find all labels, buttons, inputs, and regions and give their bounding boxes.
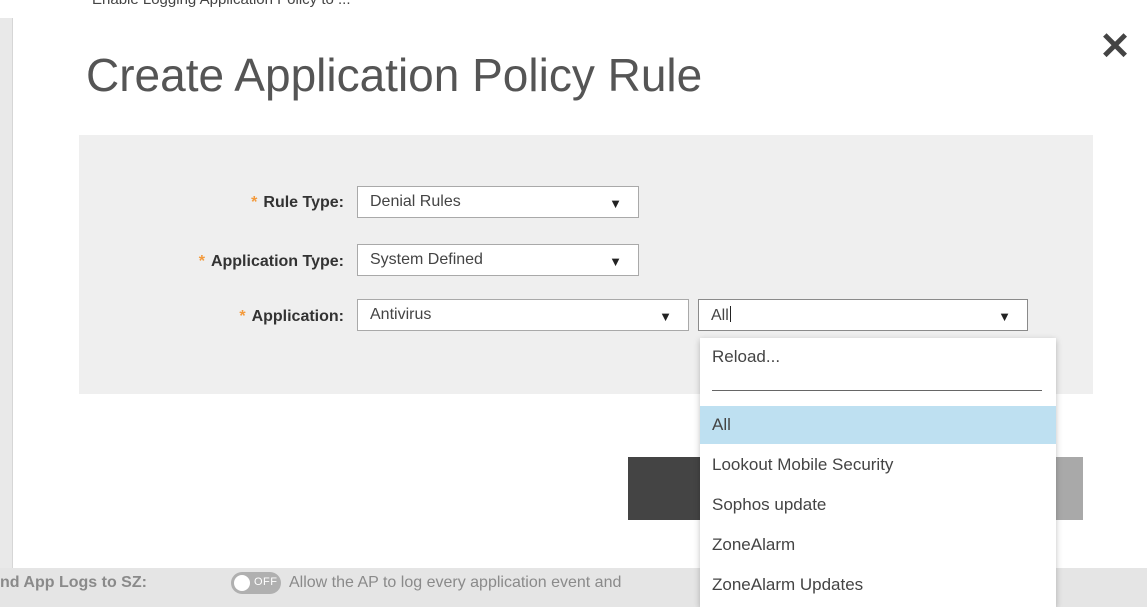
application-type-select[interactable]: System Defined ▼ [357, 244, 639, 276]
background-top-strip: Enable Logging Application Policy to ... [0, 0, 1147, 18]
chevron-down-icon: ▼ [609, 196, 622, 211]
application-type-label: * Application Type: [199, 253, 344, 271]
chevron-down-icon: ▼ [659, 309, 672, 324]
chevron-down-icon: ▼ [998, 309, 1011, 324]
send-app-logs-description: Allow the AP to log every application ev… [289, 574, 622, 591]
text-cursor [729, 306, 731, 322]
rule-type-label: * Rule Type: [251, 194, 344, 212]
dropdown-option[interactable]: All [700, 406, 1056, 444]
rule-type-value: Denial Rules [370, 193, 461, 210]
dropdown-option[interactable]: ZoneAlarm Updates [700, 566, 1056, 604]
dropdown-reload-item[interactable]: Reload... [700, 338, 1056, 376]
application-select[interactable]: Antivirus ▼ [357, 299, 689, 331]
application-dropdown-list: Reload... All Lookout Mobile Security So… [700, 338, 1056, 607]
required-marker: * [239, 308, 246, 325]
rule-type-select[interactable]: Denial Rules ▼ [357, 186, 639, 218]
required-marker: * [251, 194, 258, 211]
application-value: Antivirus [370, 306, 432, 323]
close-icon[interactable]: ✕ [1098, 28, 1132, 66]
dropdown-separator [712, 390, 1042, 391]
send-app-logs-toggle[interactable]: OFF [231, 572, 281, 594]
background-top-text: Enable Logging Application Policy to ... [92, 0, 351, 8]
dropdown-option[interactable]: Lookout Mobile Security [700, 446, 1056, 484]
toggle-state-label: OFF [254, 576, 278, 588]
send-app-logs-label: nd App Logs to SZ: [0, 574, 147, 591]
dropdown-option[interactable]: Sophos update [700, 486, 1056, 524]
rule-type-label-text: Rule Type: [263, 194, 344, 211]
ok-button[interactable] [628, 457, 700, 520]
application-filter-select[interactable]: All ▼ [698, 299, 1028, 331]
cancel-button[interactable] [1054, 457, 1083, 520]
application-type-label-text: Application Type: [210, 253, 344, 270]
application-label: * Application: [239, 308, 344, 326]
chevron-down-icon: ▼ [609, 254, 622, 269]
application-filter-text: All [711, 307, 729, 324]
toggle-knob [234, 575, 250, 591]
modal-title: Create Application Policy Rule [86, 49, 703, 101]
application-type-value: System Defined [370, 251, 483, 268]
application-label-text: Application: [251, 308, 344, 325]
application-filter-value: All [711, 306, 731, 325]
dropdown-option[interactable]: ZoneAlarm [700, 526, 1056, 564]
required-marker: * [198, 253, 205, 270]
